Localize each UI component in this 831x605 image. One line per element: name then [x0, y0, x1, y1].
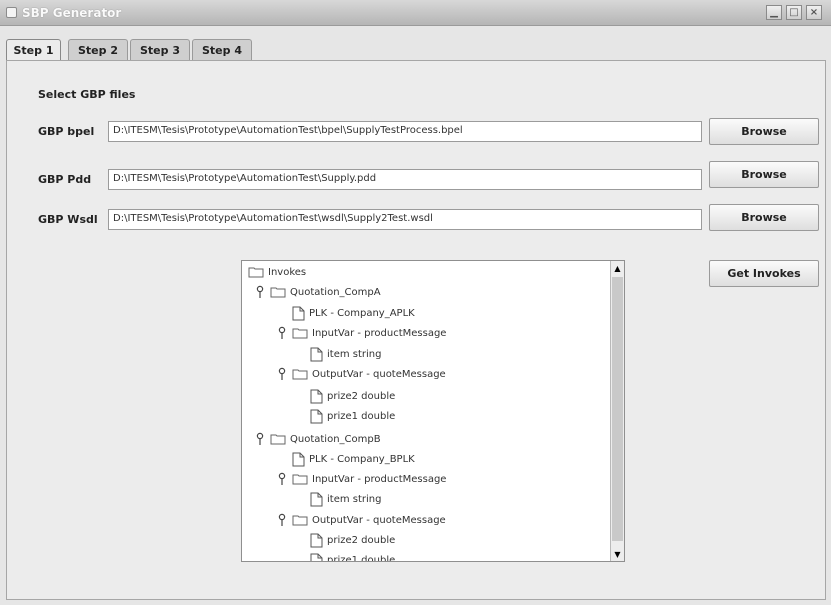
tree-node[interactable]: OutputVar - quoteMessage — [292, 511, 446, 529]
tree-node[interactable]: prize1 double — [310, 407, 395, 425]
folder-icon — [270, 433, 286, 445]
tree-expand-handle[interactable] — [278, 513, 286, 527]
tree-node-label: prize1 double — [327, 554, 396, 562]
pdd-label: GBP Pdd — [38, 173, 92, 186]
scroll-down-arrow[interactable]: ▼ — [611, 547, 624, 561]
file-icon — [310, 389, 323, 404]
file-icon — [292, 452, 305, 467]
tree-node[interactable]: prize1 double — [310, 551, 396, 562]
step-1-panel: Select GBP files GBP bpel D:\ITESM\Tesis… — [6, 60, 826, 600]
title-bar: SBP Generator ▁ □ × — [0, 0, 831, 26]
invokes-tree[interactable]: Invokes Quotation_CompA PLK - Company_APLK… — [241, 260, 625, 562]
tree-expand-handle[interactable] — [256, 285, 264, 299]
tree-node[interactable]: InputVar - productMessage — [292, 324, 446, 342]
tree-node-label: PLK - Company_APLK — [309, 307, 415, 319]
app-icon — [6, 7, 17, 18]
scroll-thumb[interactable] — [612, 277, 623, 541]
tree-node[interactable]: InputVar - productMessage — [292, 470, 446, 488]
tree-node-label: OutputVar - quoteMessage — [312, 368, 446, 380]
window-title: SBP Generator — [22, 6, 122, 20]
wsdl-path-field[interactable]: D:\ITESM\Tesis\Prototype\AutomationTest\… — [108, 209, 702, 230]
wsdl-label: GBP Wsdl — [38, 213, 98, 226]
browse-pdd-button[interactable]: Browse — [709, 161, 819, 188]
tree-node[interactable]: prize2 double — [310, 531, 395, 549]
tab-step-4[interactable]: Step 4 — [192, 39, 252, 60]
folder-icon — [292, 368, 308, 380]
scroll-up-arrow[interactable]: ▲ — [611, 261, 624, 275]
tree-expand-handle[interactable] — [278, 472, 286, 486]
browse-bpel-button[interactable]: Browse — [709, 118, 819, 145]
file-icon — [310, 553, 323, 561]
browse-wsdl-button[interactable]: Browse — [709, 204, 819, 231]
tree-node-label: Quotation_CompA — [290, 286, 381, 298]
tree-expand-handle[interactable] — [278, 326, 286, 340]
folder-icon — [292, 514, 308, 526]
folder-icon — [292, 473, 308, 485]
tree-node-label: Quotation_CompB — [290, 433, 381, 445]
minimize-button[interactable]: ▁ — [766, 5, 782, 20]
tree-node-label: item string — [327, 493, 382, 505]
folder-icon — [270, 286, 286, 298]
tree-node-label: prize1 double — [327, 410, 396, 422]
tab-step-1[interactable]: Step 1 — [6, 39, 61, 61]
section-title: Select GBP files — [38, 88, 136, 101]
file-icon — [310, 533, 323, 548]
tree-node-label: InputVar - productMessage — [312, 327, 447, 339]
folder-icon — [248, 266, 264, 278]
tree-node-label: PLK - Company_BPLK — [309, 453, 415, 465]
tree-node[interactable]: item string — [310, 490, 381, 508]
get-invokes-button[interactable]: Get Invokes — [709, 260, 819, 287]
close-button[interactable]: × — [806, 5, 822, 20]
tree-node-label: Invokes — [268, 266, 307, 278]
tree-node[interactable]: PLK - Company_APLK — [292, 304, 415, 322]
tree-node-label: prize2 double — [327, 390, 396, 402]
file-icon — [310, 492, 323, 507]
tree-node[interactable]: Quotation_CompB — [270, 430, 381, 448]
tree-node[interactable]: prize2 double — [310, 387, 395, 405]
tab-step-3[interactable]: Step 3 — [130, 39, 190, 60]
tree-node-label: prize2 double — [327, 534, 396, 546]
file-icon — [292, 306, 305, 321]
file-icon — [310, 409, 323, 424]
folder-icon — [292, 327, 308, 339]
tree-node[interactable]: item string — [310, 345, 381, 363]
tree-node-label: OutputVar - quoteMessage — [312, 514, 446, 526]
tree-node-label: item string — [327, 348, 382, 360]
bpel-label: GBP bpel — [38, 125, 95, 138]
tree-expand-handle[interactable] — [256, 432, 264, 446]
tree-node[interactable]: Quotation_CompA — [270, 283, 381, 301]
tree-vertical-scrollbar[interactable]: ▲ ▼ — [610, 261, 624, 561]
tree-expand-handle[interactable] — [278, 367, 286, 381]
tree-node[interactable]: OutputVar - quoteMessage — [292, 365, 446, 383]
file-icon — [310, 347, 323, 362]
tree-node[interactable]: Invokes — [248, 263, 306, 281]
tree-node-label: InputVar - productMessage — [312, 473, 447, 485]
maximize-button[interactable]: □ — [786, 5, 802, 20]
bpel-path-field[interactable]: D:\ITESM\Tesis\Prototype\AutomationTest\… — [108, 121, 702, 142]
tab-step-2[interactable]: Step 2 — [68, 39, 128, 60]
pdd-path-field[interactable]: D:\ITESM\Tesis\Prototype\AutomationTest\… — [108, 169, 702, 190]
tree-node[interactable]: PLK - Company_BPLK — [292, 450, 415, 468]
